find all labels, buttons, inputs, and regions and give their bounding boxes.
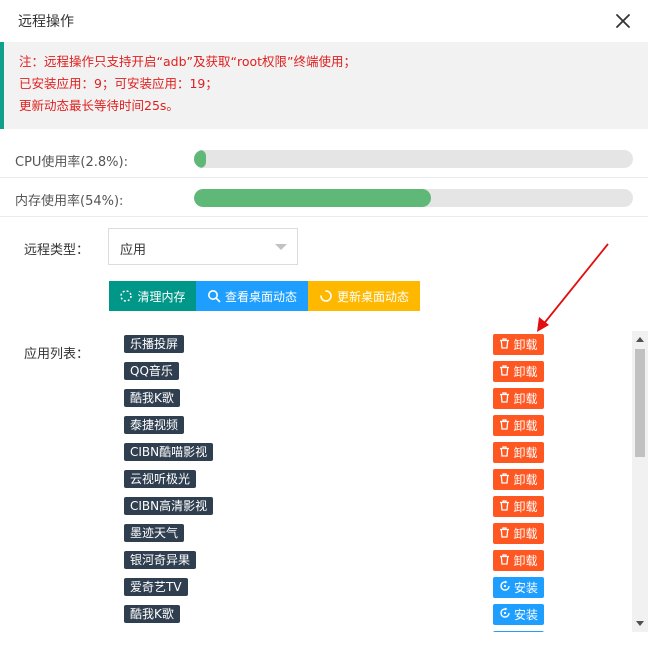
memory-usage-fill <box>194 189 432 207</box>
cpu-usage-row: CPU使用率(2.8%): <box>0 140 648 178</box>
install-button[interactable]: 安装 <box>493 577 544 598</box>
app-name-tag: 墨迹天气 <box>124 524 185 542</box>
uninstall-button[interactable]: 卸载 <box>493 334 544 355</box>
app-name-tag: CIBN酷喵影视 <box>124 443 214 461</box>
install-label: 安装 <box>513 581 538 595</box>
uninstall-button[interactable]: 卸载 <box>493 415 544 436</box>
uninstall-label: 卸载 <box>513 500 538 514</box>
install-button-partial[interactable] <box>493 631 544 632</box>
list-item: CIBN高清影视 卸载 <box>0 492 632 519</box>
memory-usage-row: 内存使用率(54%): <box>0 179 648 217</box>
list-item: 银河奇异果 卸载 <box>0 546 632 573</box>
uninstall-label: 卸载 <box>513 554 538 568</box>
uninstall-button[interactable]: 卸载 <box>493 361 544 382</box>
chevron-down-icon <box>275 244 287 250</box>
view-desktop-button[interactable]: 查看桌面动态 <box>196 281 308 311</box>
install-icon <box>499 580 511 595</box>
scroll-up-icon[interactable] <box>636 337 644 342</box>
trash-icon <box>499 418 510 433</box>
uninstall-label: 卸载 <box>513 446 538 460</box>
update-desktop-label: 更新桌面动态 <box>336 289 409 304</box>
dialog-title: 远程操作 <box>18 14 74 30</box>
app-name-tag: 云视听极光 <box>124 470 197 488</box>
update-desktop-button[interactable]: 更新桌面动态 <box>308 281 420 311</box>
notice-box: 注：远程操作只支持开启“adb”及获取“root权限”终端使用； 已安装应用：9… <box>0 42 648 129</box>
list-item: 爱奇艺TV 安装 <box>0 573 632 600</box>
uninstall-button[interactable]: 卸载 <box>493 550 544 571</box>
trash-icon <box>499 445 510 460</box>
list-item: 泰捷视频 卸载 <box>0 411 632 438</box>
install-label: 安装 <box>513 608 538 622</box>
app-name-tag: 酷我K歌 <box>124 605 180 623</box>
annotation-arrow-icon <box>537 243 609 332</box>
install-button[interactable]: 安装 <box>493 604 544 625</box>
uninstall-label: 卸载 <box>513 365 538 379</box>
notice-line-adb: 注：远程操作只支持开启“adb”及获取“root权限”终端使用； <box>19 54 356 69</box>
uninstall-label: 卸载 <box>513 419 538 433</box>
list-item: 酷我K歌 卸载 <box>0 384 632 411</box>
loading-icon <box>119 289 133 303</box>
dialog-titlebar: 远程操作 <box>0 0 648 43</box>
app-name-tag: 泰捷视频 <box>124 416 185 434</box>
trash-icon <box>499 526 510 541</box>
remote-type-label: 远程类型： <box>24 243 90 258</box>
memory-usage-label: 内存使用率(54%): <box>15 194 124 209</box>
list-item: 酷我K歌 安装 <box>0 600 632 627</box>
app-name-tag: 乐播投屏 <box>124 335 185 353</box>
uninstall-button[interactable]: 卸载 <box>493 496 544 517</box>
cpu-usage-bar <box>194 150 633 168</box>
uninstall-label: 卸载 <box>513 338 538 352</box>
app-name-tag: 酷我K歌 <box>124 389 180 407</box>
list-item: CIBN酷喵影视 卸载 <box>0 438 632 465</box>
list-item: QQ音乐 卸载 <box>0 357 632 384</box>
uninstall-label: 卸载 <box>513 527 538 541</box>
memory-usage-bar <box>194 189 633 207</box>
app-name-tag: QQ音乐 <box>124 362 179 380</box>
close-icon[interactable] <box>612 10 634 32</box>
refresh-icon <box>319 289 333 303</box>
app-name-tag: 爱奇艺TV <box>124 578 188 596</box>
trash-icon <box>499 553 510 568</box>
trash-icon <box>499 499 510 514</box>
trash-icon <box>499 364 510 379</box>
uninstall-button[interactable]: 卸载 <box>493 388 544 409</box>
cpu-usage-label: CPU使用率(2.8%): <box>15 155 128 170</box>
cpu-usage-fill <box>194 150 207 168</box>
remote-type-value: 应用 <box>120 243 147 258</box>
remote-type-select[interactable]: 应用 <box>108 228 298 265</box>
trash-icon <box>499 337 510 352</box>
clear-memory-label: 清理内存 <box>137 289 186 304</box>
clear-memory-button[interactable]: 清理内存 <box>109 281 196 311</box>
notice-line-app-count: 已安装应用：9；可安装应用：19； <box>19 76 218 91</box>
scroll-down-icon[interactable] <box>636 621 644 626</box>
uninstall-button[interactable]: 卸载 <box>493 442 544 463</box>
uninstall-label: 卸载 <box>513 392 538 406</box>
view-desktop-label: 查看桌面动态 <box>224 289 297 304</box>
app-name-tag: 银河奇异果 <box>124 551 197 569</box>
app-list-scrollbar[interactable] <box>632 331 648 632</box>
list-item: 乐播投屏 卸载 <box>0 330 632 357</box>
uninstall-label: 卸载 <box>513 473 538 487</box>
app-name-tag: CIBN高清影视 <box>124 497 214 515</box>
list-item: 墨迹天气 卸载 <box>0 519 632 546</box>
app-list: 乐播投屏 卸载 QQ音乐 卸载 酷我K歌 卸载 泰捷视频 卸载 CIBN酷喵影视… <box>0 327 648 632</box>
notice-line-wait-time: 更新动态最长等待时间25s。 <box>19 98 179 113</box>
scrollbar-thumb[interactable] <box>635 349 645 457</box>
list-item-partial <box>0 627 632 632</box>
trash-icon <box>499 472 510 487</box>
uninstall-button[interactable]: 卸载 <box>493 469 544 490</box>
list-item: 云视听极光 卸载 <box>0 465 632 492</box>
search-icon <box>207 289 221 303</box>
install-icon <box>499 607 511 622</box>
uninstall-button[interactable]: 卸载 <box>493 523 544 544</box>
trash-icon <box>499 391 510 406</box>
